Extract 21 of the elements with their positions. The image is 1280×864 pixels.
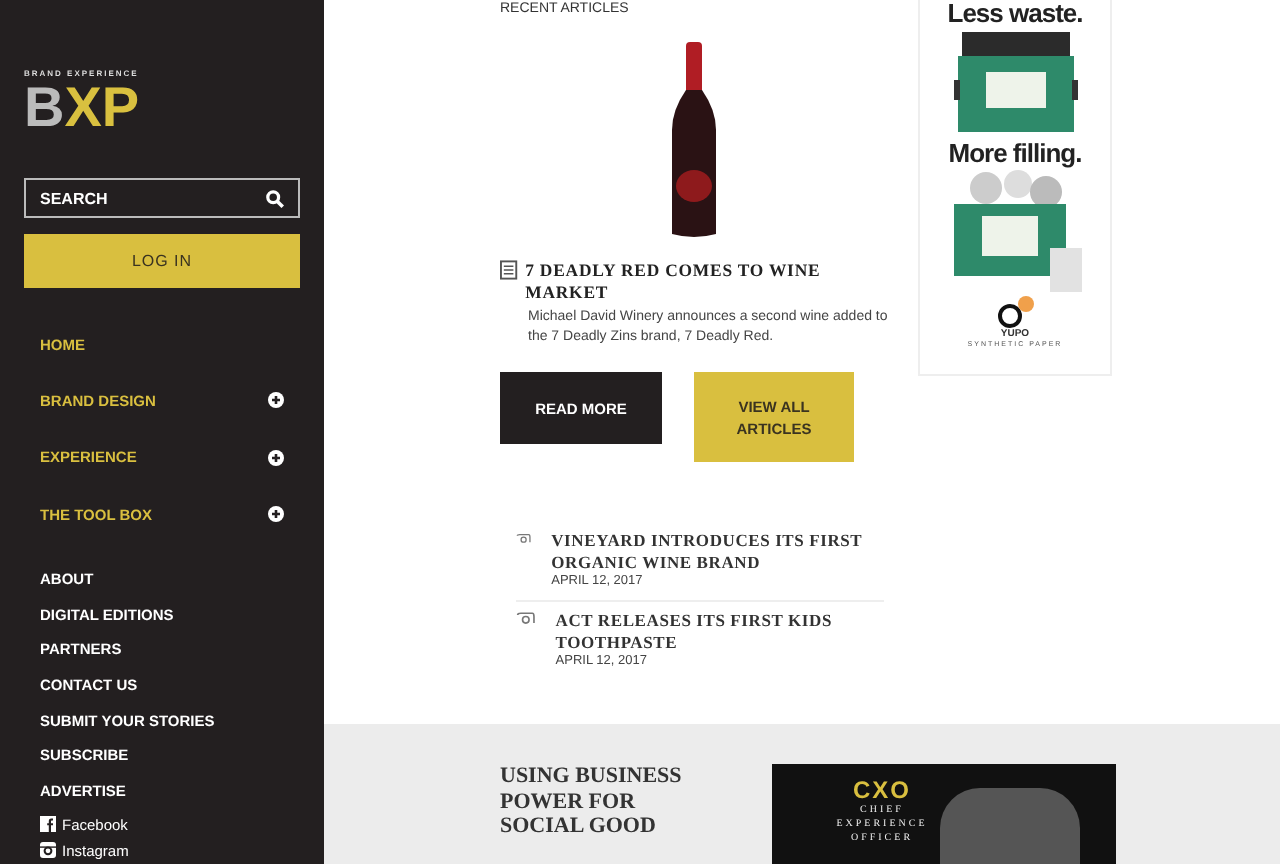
article-thumb-icon bbox=[516, 610, 536, 628]
feature-title-link[interactable]: USING BUSINESS POWER FOR SOCIAL GOOD bbox=[500, 764, 720, 864]
article-title-link[interactable]: 7 DEADLY RED COMES TO WINE MARKET bbox=[525, 260, 892, 304]
ad-headline: Less waste. bbox=[947, 0, 1083, 28]
facebook-icon bbox=[40, 816, 56, 833]
cxo-logo: CXO bbox=[852, 776, 911, 804]
expand-plus-icon[interactable] bbox=[268, 506, 284, 523]
expand-plus-icon[interactable] bbox=[268, 392, 284, 409]
article-icon bbox=[500, 260, 518, 280]
photo-placeholder bbox=[940, 788, 1080, 864]
yupo-logo-icon bbox=[995, 296, 1035, 328]
ad-headline: More filling. bbox=[948, 140, 1082, 168]
login-button[interactable]: LOG IN bbox=[24, 234, 300, 288]
expand-plus-icon[interactable] bbox=[268, 449, 284, 466]
bxp-logo[interactable]: BXP bbox=[24, 80, 300, 136]
article-thumb-icon bbox=[516, 530, 532, 548]
instagram-icon bbox=[40, 842, 56, 859]
search-icon[interactable] bbox=[266, 190, 284, 208]
search-field[interactable]: SEARCH bbox=[24, 178, 300, 218]
article-title-link[interactable]: ACT RELEASES ITS FIRST KIDS TOOTHPASTE bbox=[555, 610, 884, 654]
article-title-link[interactable]: VINEYARD INTRODUCES ITS FIRST ORGANIC WINE BRAND bbox=[551, 530, 884, 574]
